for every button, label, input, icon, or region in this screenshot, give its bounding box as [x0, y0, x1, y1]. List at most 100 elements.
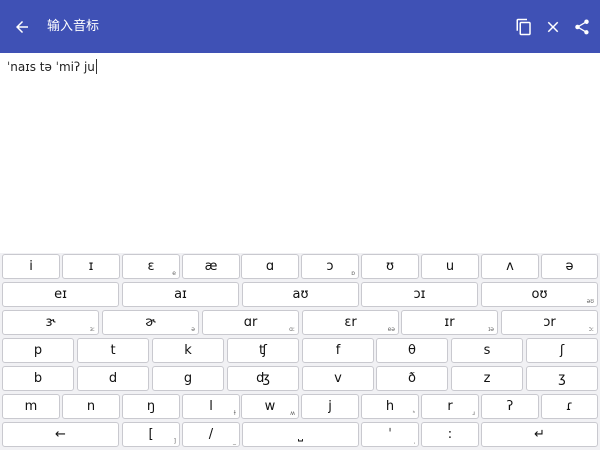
key-button[interactable]: lɫ: [182, 394, 240, 419]
key-button[interactable]: n: [62, 394, 120, 419]
keyboard-row: ɝ ɜː ɚ ə ɑr ɑː ɛr eə ɪr ɪə ɔr ɔː: [0, 310, 600, 338]
key-button[interactable]: b: [2, 366, 74, 391]
key-label: æ: [204, 259, 218, 274]
key-button[interactable]: :: [421, 422, 479, 447]
key-button[interactable]: s: [451, 338, 523, 363]
key-button[interactable]: ɔɪ: [361, 282, 478, 307]
keyboard-row: ←[] / _ ⎵ ˈ ˌ: ↵: [0, 422, 600, 450]
key-button[interactable]: / _: [182, 422, 240, 447]
key-button[interactable]: ʤ: [227, 366, 299, 391]
key-label: oʊ: [531, 287, 548, 302]
key-sublabel: ʍ: [290, 410, 295, 417]
close-icon[interactable]: [544, 18, 562, 36]
copy-icon[interactable]: [515, 18, 533, 36]
key-label: ɔ: [326, 259, 334, 274]
key-label: ə: [565, 259, 574, 274]
key-label: ʤ: [256, 371, 270, 386]
key-button[interactable]: u: [421, 254, 479, 279]
key-button[interactable]: z: [451, 366, 523, 391]
key-button[interactable]: ⎵: [242, 422, 359, 447]
share-icon[interactable]: [573, 18, 591, 36]
key-button[interactable]: k: [152, 338, 224, 363]
key-button[interactable]: θ: [376, 338, 448, 363]
key-label: ð: [408, 371, 416, 386]
key-label: ɾ: [566, 399, 573, 414]
app-bar: 输入音标: [0, 0, 600, 53]
key-label: ʃ: [559, 343, 565, 358]
key-button[interactable]: ɪ: [62, 254, 120, 279]
key-button[interactable]: ɛe: [122, 254, 180, 279]
key-label: ʒ: [558, 371, 566, 386]
key-label: ɑ: [265, 259, 275, 274]
key-button[interactable]: ↵: [481, 422, 598, 447]
key-label: l: [209, 399, 213, 414]
key-label: aɪ: [174, 287, 187, 302]
key-button[interactable]: m: [2, 394, 60, 419]
key-sublabel: ɔː: [588, 326, 594, 333]
phonetic-text-editor[interactable]: ˈnaɪs tə ˈmiʔ ju: [0, 53, 600, 253]
key-button[interactable]: f: [302, 338, 374, 363]
key-sublabel: ɹ: [472, 410, 475, 417]
key-button[interactable]: []: [122, 422, 180, 447]
key-label: ʧ: [259, 343, 267, 358]
key-button[interactable]: ɪr ɪə: [401, 310, 498, 335]
key-button[interactable]: ɑr ɑː: [202, 310, 299, 335]
key-button[interactable]: ɔr ɔː: [501, 310, 598, 335]
key-button[interactable]: ʃ: [526, 338, 598, 363]
key-sublabel: e: [172, 270, 176, 277]
key-label: f: [335, 343, 341, 358]
key-sublabel: _: [233, 438, 236, 445]
back-arrow-icon[interactable]: [13, 18, 31, 36]
key-button[interactable]: aʊ: [242, 282, 359, 307]
key-sublabel: ə: [191, 326, 195, 333]
key-button[interactable]: ŋ: [122, 394, 180, 419]
key-button[interactable]: i: [2, 254, 60, 279]
keyboard-row: iɪɛeæɑɔɒʊuʌə: [0, 254, 600, 282]
key-label: d: [108, 371, 118, 386]
key-button[interactable]: ɛr eə: [302, 310, 399, 335]
key-label: ⎵: [297, 427, 304, 442]
key-sublabel: ɪə: [488, 326, 494, 333]
key-button[interactable]: ɾ: [541, 394, 598, 419]
key-button[interactable]: æ: [182, 254, 240, 279]
key-button[interactable]: g: [152, 366, 224, 391]
key-button[interactable]: ʊ: [361, 254, 419, 279]
key-button[interactable]: aɪ: [122, 282, 239, 307]
key-button[interactable]: ə: [541, 254, 598, 279]
key-button[interactable]: t: [77, 338, 149, 363]
key-label: θ: [408, 343, 416, 358]
key-button[interactable]: ʧ: [227, 338, 299, 363]
ipa-keyboard: i ɪ ɛ e æ ɑ ɔ ɒ ʊ u ʌ ə eɪ aɪ aʊ ɔɪ oʊ əʊ ɝ ɜː ɚ ə ɑr ɑː ɛr eə ɪr ɪ…: [0, 253, 600, 450]
key-sublabel: ɒ: [351, 270, 355, 277]
key-button[interactable]: d: [77, 366, 149, 391]
key-button[interactable]: hʰ: [361, 394, 419, 419]
key-button[interactable]: ʔ: [481, 394, 539, 419]
key-sublabel: əʊ: [586, 298, 594, 305]
key-button[interactable]: wʍ: [241, 394, 299, 419]
key-button[interactable]: oʊ əʊ: [481, 282, 598, 307]
key-button[interactable]: ð: [376, 366, 448, 391]
key-label: p: [33, 343, 43, 358]
key-button[interactable]: p: [2, 338, 74, 363]
key-button[interactable]: j: [301, 394, 359, 419]
key-button[interactable]: ʌ: [481, 254, 539, 279]
key-button[interactable]: ←: [2, 422, 119, 447]
key-label: ʌ: [506, 259, 514, 274]
key-label: ɔr: [543, 315, 556, 330]
key-button[interactable]: ɑ: [241, 254, 299, 279]
keyboard-row: bdgʤvðzʒ: [0, 366, 600, 394]
key-button[interactable]: ɔɒ: [301, 254, 359, 279]
key-button[interactable]: ɝ ɜː: [2, 310, 99, 335]
key-sublabel: eə: [387, 326, 395, 333]
key-button[interactable]: eɪ: [2, 282, 119, 307]
key-button[interactable]: rɹ: [421, 394, 479, 419]
key-button[interactable]: ˈˌ: [361, 422, 419, 447]
key-button[interactable]: ɚə: [102, 310, 199, 335]
key-button[interactable]: v: [302, 366, 374, 391]
key-label: u: [445, 259, 455, 274]
key-label: n: [86, 399, 96, 414]
key-button[interactable]: ʒ: [526, 366, 598, 391]
key-sublabel: ]: [173, 438, 176, 445]
key-label: ɪ: [88, 259, 94, 274]
key-sublabel: ɜː: [89, 326, 95, 333]
